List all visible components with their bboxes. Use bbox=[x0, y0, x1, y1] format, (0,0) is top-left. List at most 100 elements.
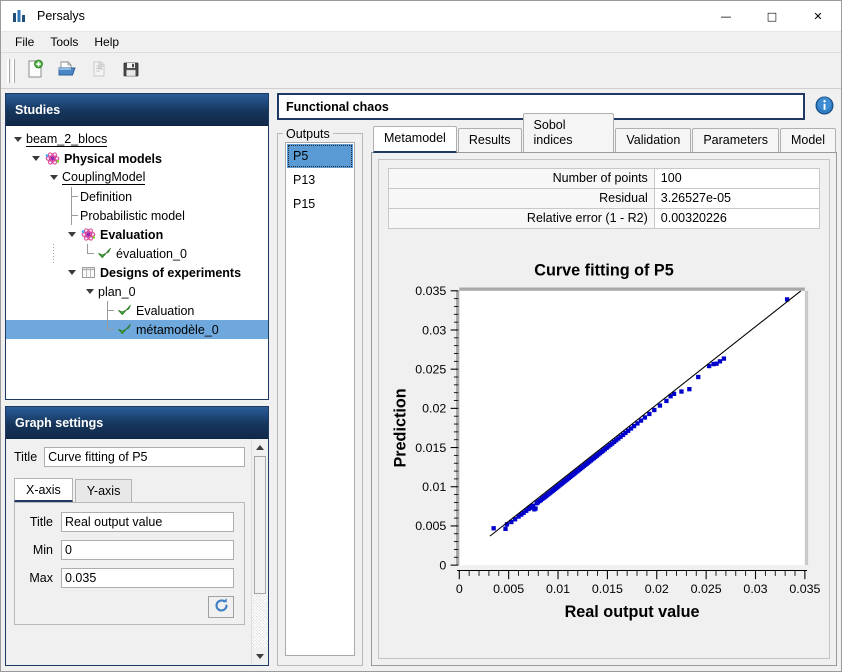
tree-item-definition[interactable]: Definition bbox=[6, 187, 268, 206]
toolbar-drag-handle[interactable] bbox=[7, 58, 15, 83]
outputs-splitter[interactable] bbox=[363, 126, 371, 666]
expand-arrow[interactable] bbox=[46, 175, 62, 180]
x-tick-label: 0.035 bbox=[789, 582, 820, 596]
close-button[interactable]: ✕ bbox=[795, 1, 841, 32]
axis-max-row: Max bbox=[25, 568, 234, 588]
tab-parameters[interactable]: Parameters bbox=[692, 128, 779, 153]
tab-results[interactable]: Results bbox=[457, 128, 522, 153]
check-icon bbox=[116, 322, 132, 338]
y-axis-label: Prediction bbox=[391, 388, 409, 467]
output-item-p13[interactable]: P13 bbox=[287, 168, 353, 192]
axis-tabbar: X-axis Y-axis bbox=[14, 476, 245, 502]
save-study-button[interactable] bbox=[116, 57, 146, 85]
data-point bbox=[642, 415, 648, 420]
tree-item-label: Definition bbox=[80, 189, 133, 204]
tab-y-axis[interactable]: Y-axis bbox=[74, 479, 133, 502]
menu-help[interactable]: Help bbox=[86, 33, 127, 52]
tab-model[interactable]: Model bbox=[779, 128, 836, 153]
x-tick-label: 0.01 bbox=[546, 582, 570, 596]
tree-item-label: métamodèle_0 bbox=[136, 322, 219, 337]
tab-metamodel[interactable]: Metamodel bbox=[373, 126, 457, 153]
y-tick-label: 0.025 bbox=[415, 362, 446, 376]
tree-item-beam-2-blocs[interactable]: beam_2_blocs bbox=[6, 130, 268, 149]
row-label: Relative error (1 - R2) bbox=[388, 208, 655, 229]
atom-icon bbox=[80, 227, 96, 243]
tree-item-designs-of-experiments[interactable]: Designs of experiments bbox=[6, 263, 268, 282]
x-axis-label: Real output value bbox=[565, 603, 700, 621]
tree-item-m-tamod-le-0[interactable]: métamodèle_0 bbox=[6, 320, 268, 339]
vertical-splitter[interactable] bbox=[269, 93, 277, 666]
tree-item-label: Evaluation bbox=[100, 227, 164, 242]
tab-x-axis[interactable]: X-axis bbox=[14, 478, 73, 502]
axis-title-input[interactable] bbox=[61, 512, 234, 532]
expand-arrow[interactable] bbox=[10, 137, 26, 142]
tree-branch-ell bbox=[80, 244, 96, 263]
scrollbar-thumb[interactable] bbox=[254, 456, 266, 595]
metamodel-tabpage: Number of points 100 Residual 3.26527e-0… bbox=[371, 152, 837, 666]
tree-item-physical-models[interactable]: Physical models bbox=[6, 149, 268, 168]
axis-max-input[interactable] bbox=[61, 568, 234, 588]
scrollbar-track[interactable] bbox=[252, 456, 268, 648]
chevron-down-icon bbox=[68, 270, 76, 275]
studies-panel-header: Studies bbox=[6, 94, 268, 126]
scroll-down-button[interactable] bbox=[252, 648, 268, 665]
row-value: 3.26527e-05 bbox=[653, 188, 821, 209]
open-study-button[interactable] bbox=[52, 57, 82, 85]
tree-branch-tee bbox=[64, 187, 80, 206]
y-tick-label: 0.03 bbox=[422, 323, 446, 337]
data-point bbox=[638, 418, 644, 423]
expand-arrow[interactable] bbox=[64, 270, 80, 275]
graph-title-input[interactable] bbox=[44, 447, 245, 467]
tree-item-evaluation[interactable]: Evaluation bbox=[6, 301, 268, 320]
expand-arrow[interactable] bbox=[82, 289, 98, 294]
tree-item-plan-0[interactable]: plan_0 bbox=[6, 282, 268, 301]
info-button[interactable] bbox=[812, 94, 837, 119]
tree-item-evaluation[interactable]: Evaluation bbox=[6, 225, 268, 244]
tab-validation[interactable]: Validation bbox=[615, 128, 692, 153]
tree-item-label: Evaluation bbox=[136, 303, 195, 318]
outputs-list[interactable]: P5 P13 P15 bbox=[285, 142, 355, 656]
menu-file[interactable]: File bbox=[7, 33, 42, 52]
graph-settings-scrollbar[interactable] bbox=[251, 439, 268, 665]
axis-min-input[interactable] bbox=[61, 540, 234, 560]
chevron-down-icon bbox=[68, 232, 76, 237]
tree-item-probabilistic-model[interactable]: Probabilistic model bbox=[6, 206, 268, 225]
refresh-graph-button[interactable] bbox=[208, 596, 234, 618]
expand-arrow[interactable] bbox=[64, 232, 80, 237]
tab-sobol-indices[interactable]: Sobol indices bbox=[522, 113, 615, 153]
minimize-button[interactable]: — bbox=[703, 1, 749, 32]
check-icon bbox=[116, 303, 132, 319]
maximize-button[interactable]: □ bbox=[749, 1, 795, 32]
info-circle-icon bbox=[814, 95, 835, 119]
y-tick-label: 0.035 bbox=[415, 284, 446, 298]
menu-tools[interactable]: Tools bbox=[42, 33, 86, 52]
axis-title-row: Title bbox=[25, 512, 234, 532]
persalys-main-window: Persalys — □ ✕ File Tools Help Studies b… bbox=[0, 0, 842, 672]
output-item-p5[interactable]: P5 bbox=[287, 144, 353, 168]
tree-item-couplingmodel[interactable]: CouplingModel bbox=[6, 168, 268, 187]
main-tabbar: Metamodel Results Sobol indices Validation P… bbox=[371, 113, 837, 153]
expand-arrow[interactable] bbox=[28, 156, 44, 161]
y-tick-label: 0.015 bbox=[415, 441, 446, 455]
y-tick-label: 0.01 bbox=[422, 480, 446, 494]
tree-item-valuation-0[interactable]: évaluation_0 bbox=[6, 244, 268, 263]
x-tick-label: 0.02 bbox=[645, 582, 669, 596]
output-item-p15[interactable]: P15 bbox=[287, 192, 353, 216]
graph-settings-body: Title X-axis Y-axis Title bbox=[6, 439, 268, 665]
studies-tree: beam_2_blocs Physical models CouplingModel… bbox=[6, 126, 268, 339]
axis-min-row: Min bbox=[25, 540, 234, 560]
new-study-button[interactable] bbox=[20, 57, 50, 85]
metamodel-content: Number of points 100 Residual 3.26527e-0… bbox=[378, 159, 830, 659]
scroll-up-button[interactable] bbox=[252, 439, 268, 456]
y-axis: 0 0.005 0.01 0.015 0.02 0.025 0.03 0.035 bbox=[415, 284, 459, 572]
